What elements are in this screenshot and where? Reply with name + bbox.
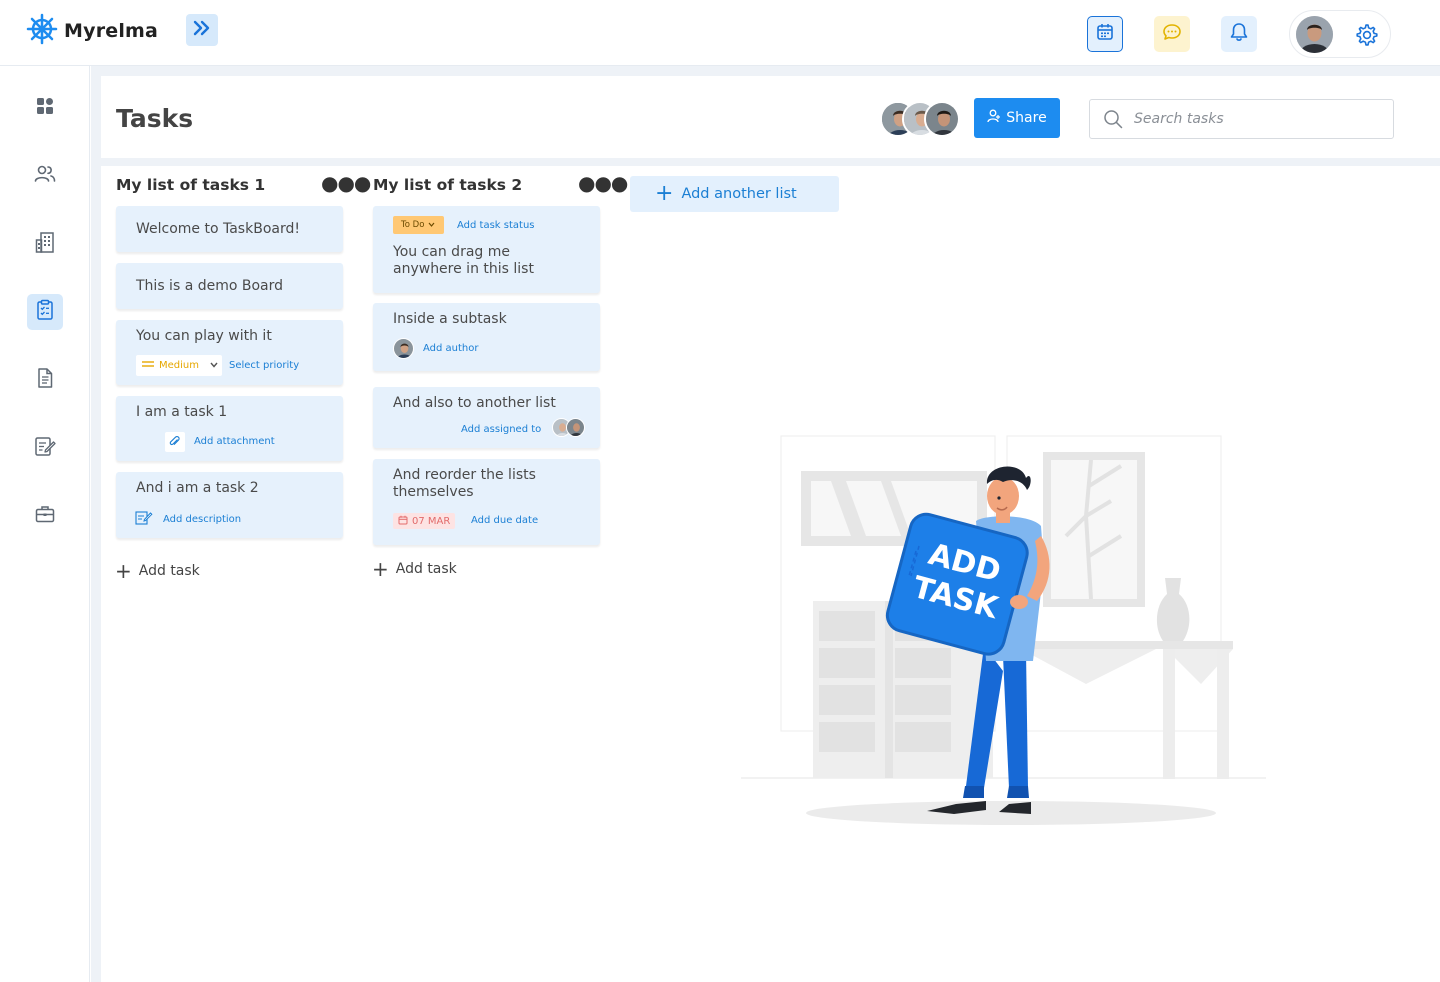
sidebar-item-projects[interactable] [27,498,63,534]
list-menu-dots-icon[interactable]: ●●● [578,173,628,193]
add-task-button[interactable]: + Add task [115,559,200,583]
search-icon [1103,109,1123,133]
priority-value: Medium [159,360,199,371]
sidebar-item-buildings[interactable] [27,226,63,262]
messages-button[interactable] [1154,16,1190,52]
notifications-button[interactable] [1221,16,1257,52]
page-title: Tasks [116,104,194,133]
paperclip-icon [165,432,185,452]
building-icon [35,231,55,257]
grid-icon [35,96,55,120]
task-card[interactable]: I am a task 1 Add attachment [116,396,343,461]
edit-document-icon [34,435,56,461]
logo[interactable]: Myrelma [26,13,158,49]
task-card[interactable]: You can play with it Medium Select prior… [116,320,343,385]
task-text: And i am a task 2 [136,480,259,496]
double-chevron-right-icon [193,20,211,40]
app-name: Myrelma [64,20,159,42]
calendar-icon [398,515,408,528]
add-task-label: Add task [138,563,200,579]
task-text: Welcome to TaskBoard! [136,221,300,237]
avatar[interactable] [393,338,414,359]
task-status-select[interactable]: To Do [393,216,444,234]
status-value: To Do [401,220,425,230]
ship-wheel-icon [26,13,58,49]
task-card[interactable]: To Do Add task status You can drag me an… [373,206,600,293]
chevron-down-icon [428,220,435,230]
list-title: My list of tasks 1 [116,176,266,194]
document-icon [36,367,54,393]
add-list-label: Add another list [681,186,797,202]
task-board: My list of tasks 1 ●●● Welcome to TaskBo… [101,166,1440,982]
task-text: Inside a subtask [393,311,507,327]
search-box[interactable] [1089,99,1394,139]
sidebar-item-dashboard[interactable] [27,90,63,126]
sidebar-item-notes[interactable] [27,430,63,466]
task-text: This is a demo Board [136,278,284,294]
plus-icon: + [115,559,132,583]
add-due-date-link[interactable]: Add due date [471,515,538,526]
sidebar-item-documents[interactable] [27,362,63,398]
add-task-button[interactable]: + Add task [372,557,457,581]
select-priority-link[interactable]: Select priority [229,360,299,371]
profile-menu[interactable] [1289,10,1391,58]
settings-gear-icon[interactable] [1355,23,1379,51]
calendar-icon [1096,23,1114,45]
share-label: Share [1006,110,1047,126]
due-date-badge[interactable]: 07 MAR [393,513,455,529]
add-description-link[interactable]: Add description [163,514,241,525]
task-card[interactable]: Welcome to TaskBoard! [116,206,343,252]
page-header: Tasks Share [101,76,1440,158]
task-text: And reorder the lists themselves [393,467,536,500]
task-text: And also to another list [393,395,556,411]
add-task-illustration: ADD TASK [741,426,1281,840]
avatar[interactable] [924,101,960,137]
add-author-link[interactable]: Add author [423,343,479,354]
users-icon [34,164,56,188]
list-title: My list of tasks 2 [373,176,523,194]
share-button[interactable]: Share [974,98,1060,138]
task-card[interactable]: Inside a subtask Add author [373,303,600,371]
board-members[interactable] [880,101,960,137]
add-assigned-to-link[interactable]: Add assigned to [461,424,541,435]
description-icon [135,510,153,530]
task-card[interactable]: And reorder the lists themselves 07 MAR … [373,459,600,545]
priority-select[interactable]: Medium [136,355,222,376]
list-menu-dots-icon[interactable]: ●●● [321,173,371,193]
task-text: You can drag me anywhere in this list [393,244,534,277]
task-text: I am a task 1 [136,404,228,420]
bell-icon [1230,22,1248,46]
add-user-icon [987,109,1001,127]
task-card[interactable]: This is a demo Board [116,263,343,309]
calendar-button[interactable] [1087,16,1123,52]
expand-sidebar-button[interactable] [186,14,218,46]
top-bar: Myrelma [0,0,1440,66]
plus-icon: + [372,557,389,581]
avatar[interactable] [566,418,585,437]
add-another-list-button[interactable]: + Add another list [630,176,839,212]
add-task-label: Add task [395,561,457,577]
task-text: You can play with it [136,328,272,344]
sidebar [0,66,90,982]
due-date-value: 07 MAR [412,515,451,527]
chevron-down-icon [210,360,218,371]
priority-lines-icon [142,360,154,371]
add-attachment-link[interactable]: Add attachment [194,436,275,447]
briefcase-icon [35,505,55,527]
sidebar-item-users[interactable] [27,158,63,194]
sidebar-item-tasks[interactable] [27,294,63,330]
search-input[interactable] [1134,109,1374,129]
add-task-status-link[interactable]: Add task status [457,220,535,231]
avatar[interactable] [1296,16,1333,53]
chat-bubble-icon [1162,23,1182,45]
clipboard-icon [36,299,54,325]
task-card[interactable]: And also to another list Add assigned to [373,387,600,448]
plus-icon: + [655,181,674,206]
task-card[interactable]: And i am a task 2 Add description [116,472,343,538]
